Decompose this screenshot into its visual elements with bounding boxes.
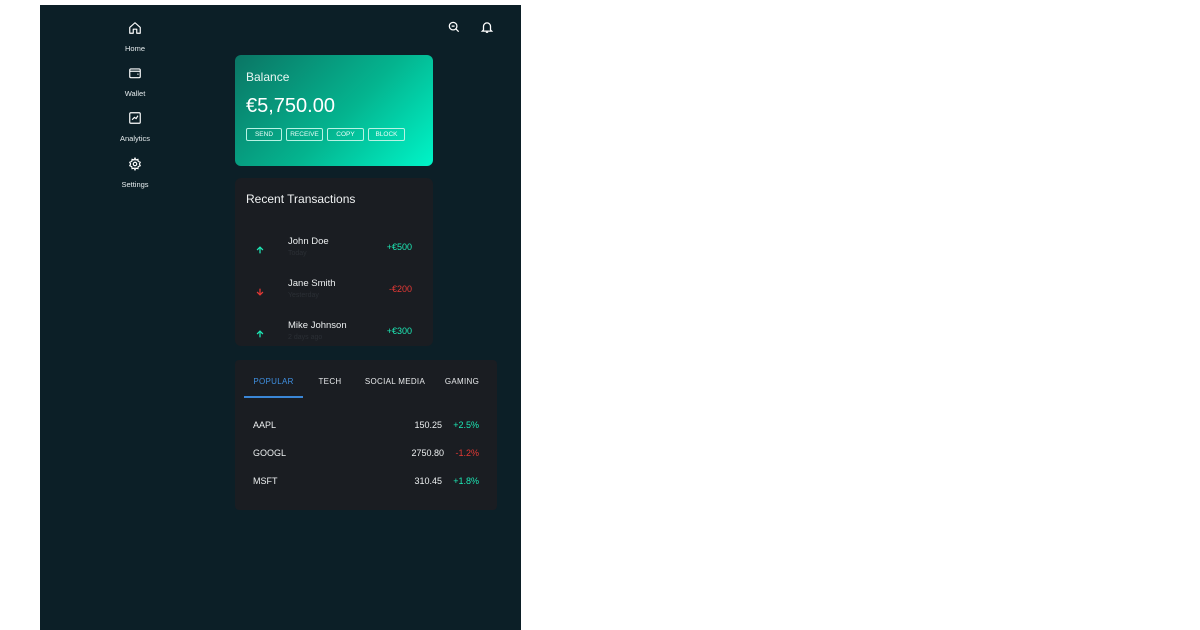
transaction-time: Today [288,250,307,257]
stock-row[interactable]: AAPL 150.25 +2.5% [235,415,497,435]
stock-price: 150.25 [414,420,442,430]
copy-button[interactable]: COPY [327,128,364,141]
stock-symbol: MSFT [253,476,278,486]
transaction-time: 2 days ago [288,334,323,341]
stock-change: +2.5% [453,420,479,430]
nav-item-settings[interactable]: Settings [110,151,160,191]
transaction-amount: -€200 [388,284,412,294]
transaction-row[interactable]: Jane Smith Yesterday -€200 [235,270,433,306]
balance-actions: SEND RECEIVE COPY BLOCK [246,128,405,141]
arrow-up-icon [255,326,265,338]
stock-change: -1.2% [455,448,479,458]
stock-change: +1.8% [453,476,479,486]
block-button[interactable]: BLOCK [368,128,405,141]
arrow-down-icon [255,284,265,296]
stock-symbol: GOOGL [253,448,287,458]
transaction-name: Mike Johnson [288,320,347,331]
nav-label-settings: Settings [121,180,149,189]
transaction-amount: +€500 [386,242,412,252]
transaction-amount: +€300 [386,326,412,336]
home-icon [128,15,142,40]
transaction-row[interactable]: John Doe Today +€500 [235,228,433,264]
receive-button[interactable]: RECEIVE [286,128,323,141]
nav-label-home: Home [124,44,145,53]
transaction-time: Yesterday [288,292,319,299]
transaction-row[interactable]: Mike Johnson 2 days ago +€300 [235,312,433,346]
transaction-name: John Doe [288,236,329,247]
tab-tech[interactable]: TECH [313,377,347,386]
nav-label-analytics: Analytics [119,134,150,143]
tab-gaming[interactable]: GAMING [440,377,484,386]
search-icon[interactable] [447,20,461,34]
tab-indicator [244,396,303,398]
transaction-name: Jane Smith [288,278,336,289]
tab-social-media[interactable]: SOCIAL MEDIA [361,377,429,386]
balance-title: Balance [246,70,290,84]
stock-price: 2750.80 [411,448,444,458]
tab-popular[interactable]: POPULAR [244,377,303,386]
nav-item-home[interactable]: Home [110,15,160,55]
market-card: POPULAR TECH SOCIAL MEDIA GAMING AAPL 15… [235,360,497,510]
nav-label-wallet: Wallet [124,89,146,98]
analytics-icon [128,105,142,130]
arrow-up-icon [255,242,265,254]
send-button[interactable]: SEND [246,128,282,141]
nav-item-analytics[interactable]: Analytics [110,105,160,145]
stock-row[interactable]: MSFT 310.45 +1.8% [235,471,497,491]
stock-row[interactable]: GOOGL 2750.80 -1.2% [235,443,497,463]
transactions-card: Recent Transactions John Doe Today +€500… [235,178,433,346]
balance-card: Balance €5,750.00 SEND RECEIVE COPY BLOC… [235,55,433,166]
stock-price: 310.45 [414,476,442,486]
balance-amount: €5,750.00 [246,95,335,117]
nav-item-wallet[interactable]: Wallet [110,60,160,100]
bell-icon[interactable] [480,20,494,34]
gear-icon [128,151,142,176]
transactions-title: Recent Transactions [246,192,356,206]
app-window: Home Wallet Analytics Settings Balance €… [40,5,521,630]
stock-symbol: AAPL [253,420,277,430]
wallet-icon [128,60,142,85]
